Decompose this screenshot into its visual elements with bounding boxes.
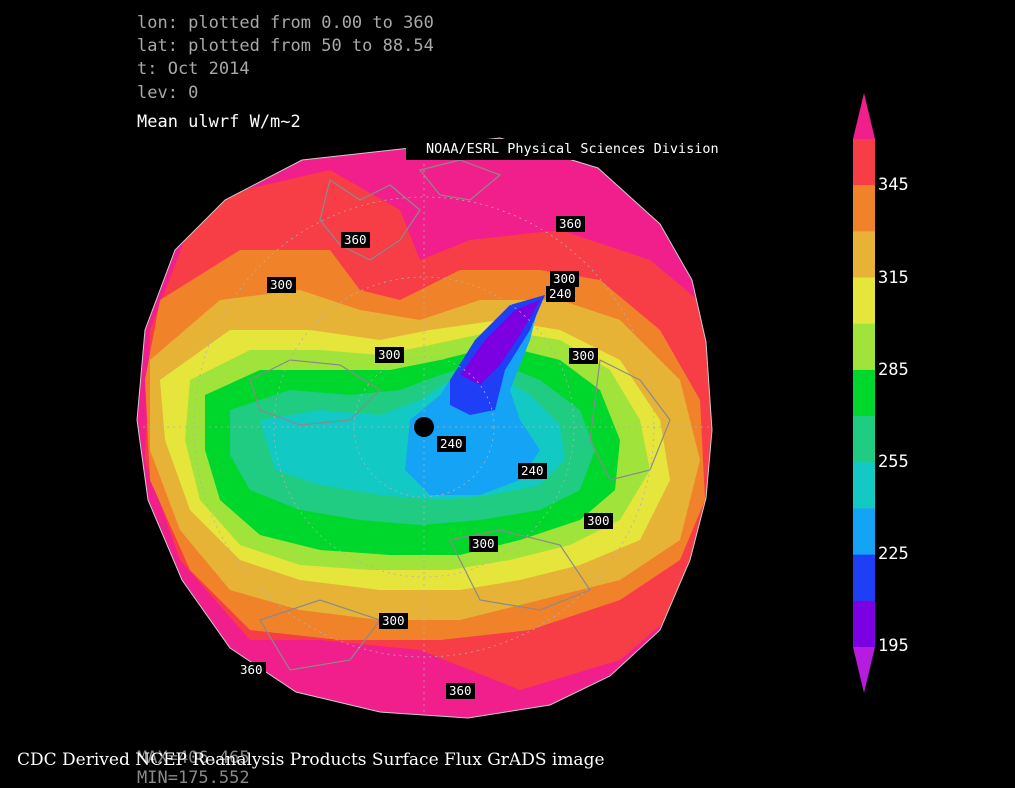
contour-label: 300 [379, 613, 408, 629]
contour-label: 300 [569, 348, 598, 364]
colorbar-segment [853, 462, 875, 509]
contour-label: 360 [341, 232, 370, 248]
colorbar-label: 255 [878, 452, 909, 472]
colorbar-segment [853, 277, 875, 325]
contour-label: 300 [550, 271, 579, 287]
colorbar-label: 225 [878, 544, 909, 564]
contour-label: 300 [584, 513, 613, 529]
colorbar-segment [853, 185, 875, 232]
lat-range-text: lat: plotted from 50 to 88.54 [137, 36, 434, 56]
contour-label: 300 [267, 277, 296, 293]
map-title: Mean ulwrf W/m~2 [137, 112, 301, 132]
colorbar-segment [853, 554, 875, 602]
colorbar [853, 93, 875, 693]
colorbar-segment [853, 231, 875, 279]
colorbar-segment [853, 508, 875, 556]
colorbar-top-arrow [853, 93, 875, 139]
colorbar-segment [853, 369, 875, 417]
footer-caption: CDC Derived NCEP Reanalysis Products Sur… [17, 750, 605, 770]
colorbar-segment [853, 600, 875, 648]
colorbar-bottom-arrow [853, 647, 875, 693]
contour-label: 360 [446, 683, 475, 699]
level-text: lev: 0 [137, 83, 199, 103]
lon-range-text: lon: plotted from 0.00 to 360 [137, 13, 434, 33]
time-text: t: Oct 2014 [137, 59, 250, 79]
contour-label: 240 [518, 463, 547, 479]
contour-label: 300 [469, 536, 498, 552]
min-value-text: MIN=175.552 [137, 768, 250, 788]
colorbar-label: 345 [878, 175, 909, 195]
contour-label: 360 [237, 662, 266, 678]
contour-label: 240 [546, 286, 575, 302]
colorbar-label: 285 [878, 360, 909, 380]
contour-label: 360 [556, 216, 585, 232]
contour-label: 300 [375, 347, 404, 363]
colorbar-label: 195 [878, 636, 909, 656]
colorbar-segment [853, 416, 875, 463]
colorbar-label: 315 [878, 268, 909, 288]
credit-label: NOAA/ESRL Physical Sciences Division [406, 139, 719, 160]
colorbar-segment [853, 139, 875, 186]
north-pole-marker [414, 417, 434, 437]
contour-label: 240 [437, 436, 466, 452]
colorbar-segment [853, 323, 875, 371]
